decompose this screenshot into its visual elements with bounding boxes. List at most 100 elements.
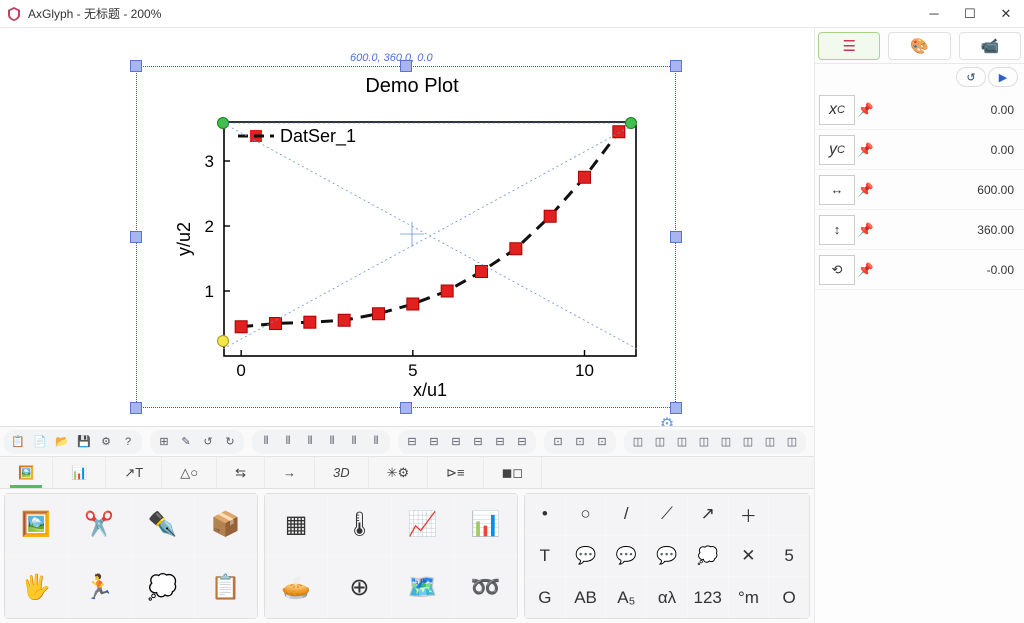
palette-right-cell[interactable]: ⟋ bbox=[647, 494, 687, 535]
handle-w[interactable] bbox=[130, 231, 142, 243]
toolbar-button[interactable]: ? bbox=[118, 432, 138, 452]
toolbar-button[interactable]: 📋 bbox=[8, 432, 28, 452]
palette-left-cell[interactable]: 📦 bbox=[195, 494, 257, 556]
pin-icon[interactable]: 📌 bbox=[855, 102, 877, 118]
property-value[interactable]: 0.00 bbox=[877, 143, 1020, 157]
palette-right-cell[interactable]: • bbox=[525, 494, 565, 535]
toolbar-button[interactable]: ⊞ bbox=[154, 432, 174, 452]
toolbar-button[interactable]: ⫴ bbox=[278, 432, 298, 452]
pin-icon[interactable]: 📌 bbox=[855, 142, 877, 158]
palette-mid-cell[interactable]: 📈 bbox=[392, 494, 454, 556]
handle-nw[interactable] bbox=[130, 60, 142, 72]
palette-right-cell[interactable]: αλ bbox=[647, 577, 687, 618]
toolbar-button[interactable]: ◫ bbox=[672, 432, 692, 452]
palette-right-cell[interactable]: O bbox=[769, 577, 809, 618]
close-button[interactable]: ✕ bbox=[988, 0, 1024, 28]
handle-s[interactable] bbox=[400, 402, 412, 414]
category-tab[interactable]: → bbox=[265, 457, 315, 488]
handle-se[interactable] bbox=[670, 402, 682, 414]
toolbar-button[interactable]: ◫ bbox=[694, 432, 714, 452]
palette-mid-cell[interactable]: 🌡 bbox=[328, 494, 390, 556]
palette-mid-cell[interactable]: ▦ bbox=[265, 494, 327, 556]
property-value[interactable]: 600.00 bbox=[877, 183, 1020, 197]
toolbar-button[interactable]: ⫴ bbox=[300, 432, 320, 452]
toolbar-button[interactable]: ⊟ bbox=[512, 432, 532, 452]
palette-mid-cell[interactable]: ⊕ bbox=[328, 557, 390, 619]
handle-ne[interactable] bbox=[670, 60, 682, 72]
palette-left-cell[interactable]: 📋 bbox=[195, 557, 257, 619]
pin-icon[interactable]: 📌 bbox=[855, 182, 877, 198]
palette-right-cell[interactable]: °m bbox=[729, 577, 769, 618]
toolbar-button[interactable]: 💾 bbox=[74, 432, 94, 452]
play-button[interactable]: ▶ bbox=[988, 67, 1018, 87]
gizmo-top-left[interactable] bbox=[217, 117, 229, 129]
palette-right-cell[interactable]: ＋ bbox=[729, 494, 769, 535]
palette-right-cell[interactable]: A₅ bbox=[606, 577, 646, 618]
property-value[interactable]: -0.00 bbox=[877, 263, 1020, 277]
category-tab[interactable]: 📊 bbox=[53, 457, 106, 488]
category-tab[interactable]: ⇆ bbox=[217, 457, 265, 488]
palette-right-cell[interactable] bbox=[769, 494, 809, 535]
toolbar-button[interactable]: ⫴ bbox=[366, 432, 386, 452]
selection-box[interactable] bbox=[136, 66, 676, 408]
toolbar-button[interactable]: ⊟ bbox=[446, 432, 466, 452]
toolbar-button[interactable]: ⊟ bbox=[490, 432, 510, 452]
gizmo-top-right[interactable] bbox=[625, 117, 637, 129]
toolbar-button[interactable]: ◫ bbox=[760, 432, 780, 452]
palette-left-cell[interactable]: 🖼️ bbox=[5, 494, 67, 556]
toolbar-button[interactable]: ⫴ bbox=[344, 432, 364, 452]
category-tab[interactable]: ◼◻ bbox=[484, 457, 543, 488]
toolbar-button[interactable]: ◫ bbox=[738, 432, 758, 452]
palette-right-cell[interactable]: 💬 bbox=[647, 536, 687, 577]
palette-right-cell[interactable]: ○ bbox=[566, 494, 606, 535]
pin-icon[interactable]: 📌 bbox=[855, 222, 877, 238]
handle-n[interactable] bbox=[400, 60, 412, 72]
property-value[interactable]: 0.00 bbox=[877, 103, 1020, 117]
palette-right-cell[interactable]: AB bbox=[566, 577, 606, 618]
palette-mid-cell[interactable]: ➿ bbox=[455, 557, 517, 619]
toolbar-button[interactable]: ⫴ bbox=[256, 432, 276, 452]
toolbar-button[interactable]: ⊟ bbox=[402, 432, 422, 452]
category-tab[interactable]: ↗T bbox=[106, 457, 162, 488]
toolbar-button[interactable]: ↻ bbox=[220, 432, 240, 452]
category-tab[interactable]: △○ bbox=[162, 457, 217, 488]
palette-right-cell[interactable]: 5 bbox=[769, 536, 809, 577]
canvas[interactable]: 600.0, 360.0, 0.0 Demo Plot0510123x/u1y/… bbox=[0, 28, 814, 427]
toolbar-button[interactable]: ⊟ bbox=[424, 432, 444, 452]
toolbar-button[interactable]: ◫ bbox=[628, 432, 648, 452]
toolbar-button[interactable]: 📂 bbox=[52, 432, 72, 452]
property-value[interactable]: 360.00 bbox=[877, 223, 1020, 237]
toolbar-button[interactable]: ◫ bbox=[650, 432, 670, 452]
toolbar-button[interactable]: ◫ bbox=[782, 432, 802, 452]
palette-left-cell[interactable]: ✂️ bbox=[68, 494, 130, 556]
palette-mid-cell[interactable]: 🗺️ bbox=[392, 557, 454, 619]
palette-right-cell[interactable]: ✕ bbox=[729, 536, 769, 577]
tab-layers[interactable]: ☰ bbox=[818, 32, 880, 60]
palette-right-cell[interactable]: 💭 bbox=[688, 536, 728, 577]
toolbar-button[interactable]: 📄 bbox=[30, 432, 50, 452]
palette-left-cell[interactable]: ✒️ bbox=[132, 494, 194, 556]
category-tab[interactable]: ✳⚙ bbox=[369, 457, 429, 488]
category-tab[interactable]: ⊳≡ bbox=[428, 457, 483, 488]
palette-mid-cell[interactable]: 🥧 bbox=[265, 557, 327, 619]
palette-left-cell[interactable]: 💭 bbox=[132, 557, 194, 619]
toolbar-button[interactable]: ⊡ bbox=[548, 432, 568, 452]
palette-left-cell[interactable]: 🏃 bbox=[68, 557, 130, 619]
palette-right-cell[interactable]: ↗ bbox=[688, 494, 728, 535]
toolbar-button[interactable]: ⊡ bbox=[570, 432, 590, 452]
toolbar-button[interactable]: ⫴ bbox=[322, 432, 342, 452]
history-button[interactable]: ↺ bbox=[956, 67, 986, 87]
category-tab[interactable]: 3D bbox=[315, 457, 369, 488]
palette-left-cell[interactable]: 🖐️ bbox=[5, 557, 67, 619]
palette-right-cell[interactable]: T bbox=[525, 536, 565, 577]
tab-palette[interactable]: 🎨 bbox=[888, 32, 950, 60]
category-tab[interactable]: 🖼️ bbox=[0, 457, 53, 488]
gizmo-origin[interactable] bbox=[217, 335, 229, 347]
tab-camera[interactable]: 📹 bbox=[959, 32, 1021, 60]
canvas-settings-button[interactable]: ⚙ bbox=[656, 414, 678, 427]
toolbar-button[interactable]: ⊟ bbox=[468, 432, 488, 452]
palette-right-cell[interactable]: 💬 bbox=[606, 536, 646, 577]
toolbar-button[interactable]: ◫ bbox=[716, 432, 736, 452]
toolbar-button[interactable]: ⚙ bbox=[96, 432, 116, 452]
palette-right-cell[interactable]: G bbox=[525, 577, 565, 618]
